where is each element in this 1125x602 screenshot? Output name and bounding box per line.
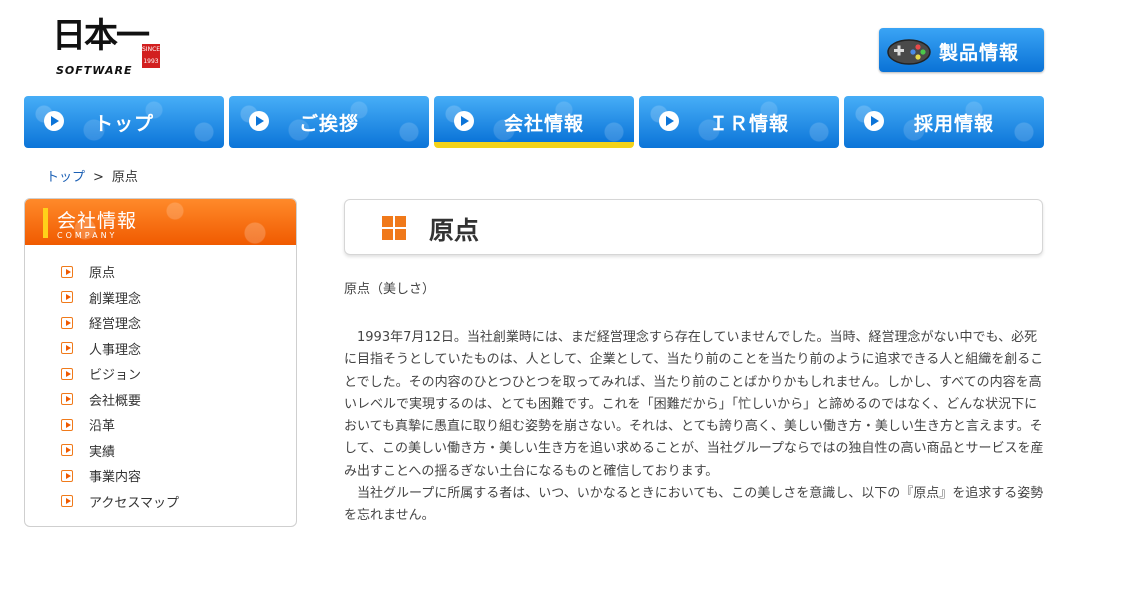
logo-kanji: 日本一 <box>52 16 150 56</box>
arrow-right-box-icon <box>61 367 73 380</box>
body-paragraph: 当社グループに所属する者は、いつ、いかなるときにおいても、この美しさを意識し、以… <box>344 486 1044 524</box>
arrow-right-box-icon <box>61 316 73 329</box>
sidebar-item-business[interactable]: 事業内容 <box>61 463 296 489</box>
sidebar-title: 会社情報 <box>57 210 138 232</box>
sidebar-item-access-map[interactable]: アクセスマップ <box>61 489 296 515</box>
sidebar-item-label: 事業内容 <box>89 470 142 486</box>
company-logo[interactable]: 日本一 SINCE 1993 SOFTWARE <box>52 14 172 78</box>
sidebar-item-hr-philosophy[interactable]: 人事理念 <box>61 336 296 362</box>
nav-item-company[interactable]: 会社情報 <box>434 96 634 148</box>
page-title-box: 原点 <box>344 199 1043 255</box>
product-info-button[interactable]: 製品情報 <box>879 28 1044 72</box>
sidebar-subtitle: COMPANY <box>57 231 118 240</box>
arrow-right-box-icon <box>61 342 73 355</box>
sidebar-item-label: 原点 <box>89 266 116 282</box>
sidebar-item-label: アクセスマップ <box>89 495 179 511</box>
sidebar-item-company-overview[interactable]: 会社概要 <box>61 387 296 413</box>
nav-item-top[interactable]: トップ <box>24 96 224 148</box>
play-circle-icon <box>454 111 474 131</box>
sidebar-header-accent <box>43 208 48 238</box>
main-nav: トップ ご挨拶 会社情報 ＩＲ情報 採用情報 <box>24 96 1044 150</box>
breadcrumb-home-link[interactable]: トップ <box>46 170 85 185</box>
arrow-right-box-icon <box>61 469 73 482</box>
sidebar-header: 会社情報 COMPANY <box>25 199 296 245</box>
body-paragraph: 1993年7月12日。当社創業時には、まだ経営理念すら存在していませんでした。当… <box>344 330 1044 479</box>
sidebar-item-label: 人事理念 <box>89 342 142 358</box>
breadcrumb-separator: > <box>93 170 104 185</box>
nav-item-ir[interactable]: ＩＲ情報 <box>639 96 839 148</box>
product-info-label: 製品情報 <box>939 42 1020 64</box>
arrow-right-box-icon <box>61 418 73 431</box>
sidebar: 会社情報 COMPANY 原点 創業理念 経営理念 人事理念 ビジョン 会社概要… <box>24 198 297 527</box>
nav-item-greeting[interactable]: ご挨拶 <box>229 96 429 148</box>
arrow-right-box-icon <box>61 393 73 406</box>
play-circle-icon <box>864 111 884 131</box>
sidebar-menu: 原点 創業理念 経営理念 人事理念 ビジョン 会社概要 沿革 実績 事業内容 ア… <box>25 245 296 514</box>
sidebar-item-label: 会社概要 <box>89 393 142 409</box>
sidebar-item-label: 実績 <box>89 444 116 460</box>
sidebar-item-label: 経営理念 <box>89 317 142 333</box>
sidebar-item-label: ビジョン <box>89 368 142 384</box>
play-circle-icon <box>249 111 269 131</box>
page-title: 原点 <box>429 216 480 245</box>
play-circle-icon <box>44 111 64 131</box>
arrow-right-box-icon <box>61 495 73 508</box>
sidebar-item-origin[interactable]: 原点 <box>61 259 296 285</box>
sidebar-item-label: 創業理念 <box>89 291 142 307</box>
body-text: 1993年7月12日。当社創業時には、まだ経営理念すら存在していませんでした。当… <box>344 327 1044 528</box>
arrow-right-box-icon <box>61 265 73 278</box>
nav-label: ご挨拶 <box>299 113 360 135</box>
play-circle-icon <box>659 111 679 131</box>
arrow-right-box-icon <box>61 444 73 457</box>
breadcrumb: トップ > 原点 <box>46 166 138 185</box>
sidebar-item-founding-philosophy[interactable]: 創業理念 <box>61 285 296 311</box>
nav-label: トップ <box>94 113 155 135</box>
gamepad-icon <box>887 39 931 65</box>
nav-label: ＩＲ情報 <box>709 113 790 135</box>
sidebar-item-management-philosophy[interactable]: 経営理念 <box>61 310 296 336</box>
arrow-right-box-icon <box>61 291 73 304</box>
nav-label: 会社情報 <box>504 113 585 135</box>
logo-subtitle: SOFTWARE <box>56 64 133 77</box>
sidebar-item-history[interactable]: 沿革 <box>61 412 296 438</box>
nav-label: 採用情報 <box>914 113 995 135</box>
nav-item-recruit[interactable]: 採用情報 <box>844 96 1044 148</box>
logo-seal: SINCE 1993 <box>142 44 160 68</box>
breadcrumb-current: 原点 <box>111 170 138 185</box>
section-subtitle: 原点（美しさ） <box>344 282 436 297</box>
sidebar-item-label: 沿革 <box>89 419 116 435</box>
sidebar-item-achievements[interactable]: 実績 <box>61 438 296 464</box>
sidebar-item-vision[interactable]: ビジョン <box>61 361 296 387</box>
